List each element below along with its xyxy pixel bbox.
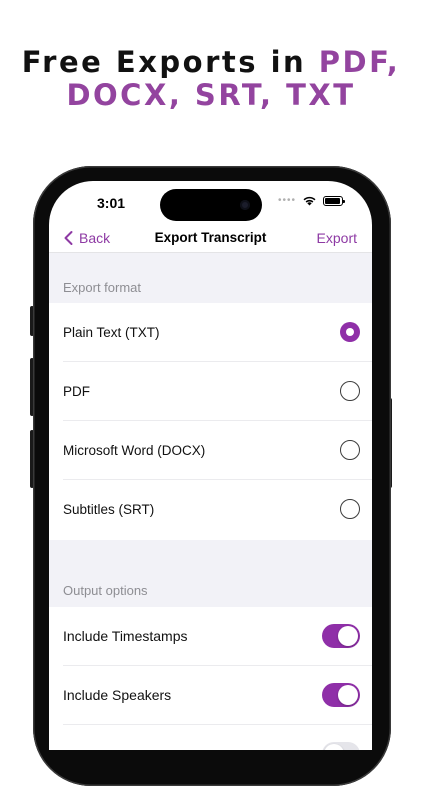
headline-line-2: DOCX, SRT, TXT [66, 78, 356, 112]
speakers-toggle[interactable] [322, 683, 360, 707]
option-label: PDF [63, 384, 90, 399]
promo-headline: Free Exports in PDF, DOCX, SRT, TXT [0, 46, 422, 112]
status-time: 3:01 [97, 195, 126, 211]
radio-unselected[interactable] [340, 381, 360, 401]
option-include-timestamps: Include Timestamps [49, 607, 372, 666]
export-format-header: Export format [49, 253, 372, 303]
option-label: Include Speakers [63, 687, 172, 703]
radio-unselected[interactable] [340, 440, 360, 460]
dynamic-island [160, 189, 262, 221]
option-label: Microsoft Word (DOCX) [63, 443, 206, 458]
headline-accent-1: PDF, [318, 45, 401, 79]
status-icons: •••• [278, 195, 346, 206]
headline-line-1: Free Exports in PDF, [0, 46, 422, 79]
output-options-header: Output options [49, 557, 372, 607]
option-label: Include Timestamps [63, 628, 188, 644]
option-label: Subtitles (SRT) [63, 502, 155, 517]
format-option-pdf[interactable]: PDF [49, 362, 372, 421]
format-option-docx[interactable]: Microsoft Word (DOCX) [49, 421, 372, 480]
headline-prefix: Free Exports in [21, 45, 319, 79]
radio-unselected[interactable] [340, 499, 360, 519]
option-label: Plain Text (TXT) [63, 325, 160, 340]
wifi-icon [303, 196, 316, 206]
format-option-txt[interactable]: Plain Text (TXT) [49, 303, 372, 362]
navigation-bar: Back Export Transcript Export [49, 223, 372, 253]
option-include-speakers: Include Speakers [49, 666, 372, 725]
signal-icon: •••• [278, 195, 297, 206]
section-gap [49, 540, 372, 557]
phone-screen: 3:01 •••• Back Export Transcript Export … [49, 181, 372, 750]
timestamps-toggle[interactable] [322, 624, 360, 648]
format-option-srt[interactable]: Subtitles (SRT) [49, 480, 372, 540]
camera-icon [240, 200, 250, 210]
export-button[interactable]: Export [317, 230, 357, 246]
battery-icon [323, 195, 346, 206]
radio-selected[interactable] [340, 322, 360, 342]
option-row-partial [49, 725, 372, 750]
option-toggle[interactable] [322, 742, 360, 750]
